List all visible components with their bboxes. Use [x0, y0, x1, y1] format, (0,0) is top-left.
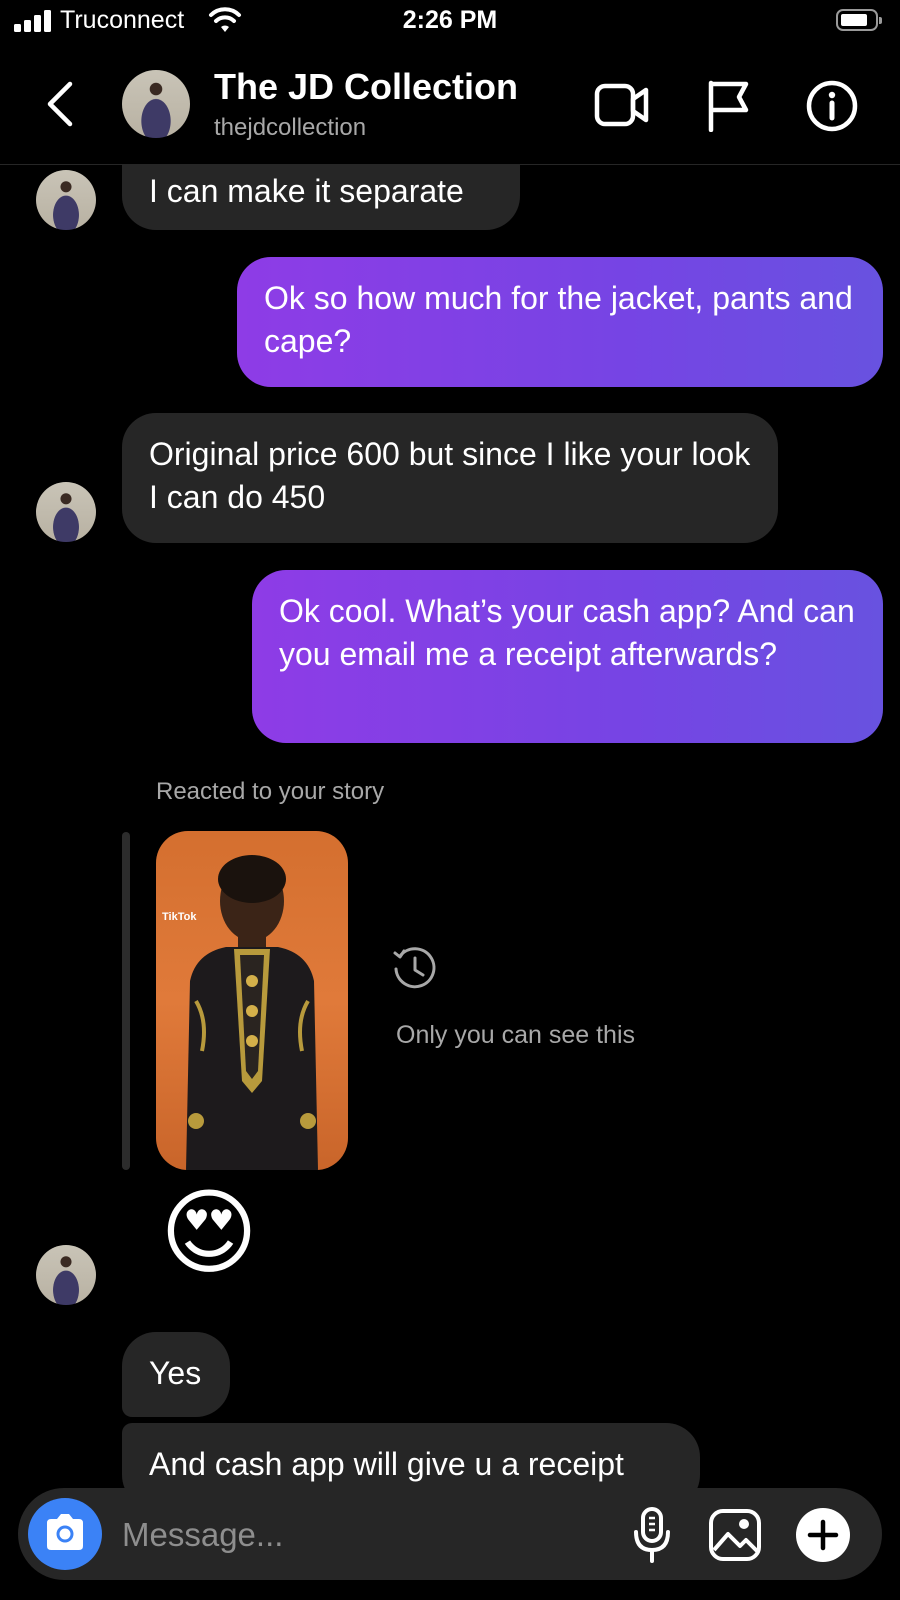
add-button[interactable] — [796, 1508, 850, 1562]
info-icon[interactable] — [806, 80, 858, 132]
reacted-to-story-label: Reacted to your story — [156, 778, 385, 805]
tiktok-watermark: TikTok — [162, 911, 197, 923]
flag-icon[interactable] — [706, 78, 750, 132]
sender-avatar[interactable] — [36, 170, 96, 230]
status-bar: Truconnect 2:26 PM — [0, 0, 900, 46]
history-icon — [393, 947, 436, 989]
contact-name[interactable]: The JD Collection — [214, 66, 518, 108]
heart-eyes-reaction[interactable]: 😍 — [160, 1178, 258, 1288]
message-outgoing[interactable]: Ok so how much for the jacket, pants and… — [237, 257, 883, 387]
contact-avatar[interactable] — [122, 70, 190, 138]
camera-icon — [47, 1514, 83, 1550]
plus-icon — [807, 1519, 839, 1551]
story-person-image — [186, 855, 318, 1170]
microphone-icon[interactable] — [632, 1506, 672, 1564]
back-icon[interactable] — [44, 80, 76, 128]
message-input[interactable] — [122, 1512, 602, 1558]
video-call-icon[interactable] — [594, 82, 650, 128]
sender-avatar[interactable] — [36, 1245, 96, 1305]
message-incoming[interactable]: Yes — [122, 1332, 230, 1417]
gallery-icon[interactable] — [708, 1508, 762, 1562]
sender-avatar[interactable] — [36, 482, 96, 542]
message-incoming[interactable]: I can make it separate — [122, 164, 520, 230]
story-reply-divider — [122, 832, 130, 1170]
story-thumbnail[interactable]: TikTok — [156, 831, 348, 1170]
clock: 2:26 PM — [402, 6, 498, 34]
battery-icon — [836, 9, 882, 31]
camera-button[interactable] — [28, 1498, 102, 1570]
contact-username[interactable]: thejdcollection — [214, 114, 366, 142]
message-outgoing[interactable]: Ok cool. What’s your cash app? And can y… — [252, 570, 883, 743]
message-incoming[interactable]: Original price 600 but since I like your… — [122, 413, 778, 543]
visibility-note: Only you can see this — [396, 1021, 636, 1049]
